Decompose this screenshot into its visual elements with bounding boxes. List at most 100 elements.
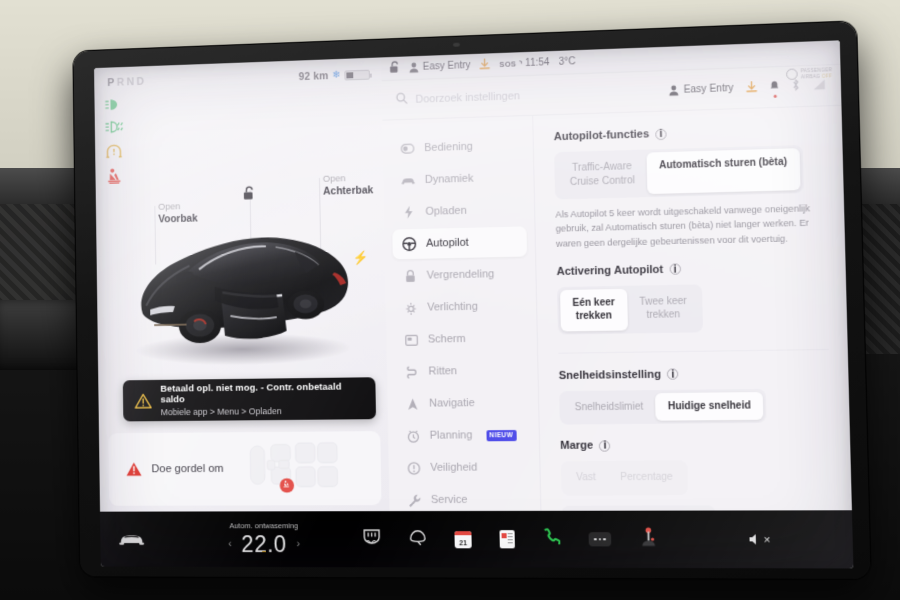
sidebar-item-label: Dynamiek — [424, 172, 474, 186]
margin-header: Marge i — [560, 438, 831, 452]
gear-d: D — [136, 75, 147, 88]
sidebar-item-planning[interactable]: Planning NIEUW — [396, 420, 531, 451]
toggle-icon — [401, 143, 415, 153]
info-icon[interactable]: i — [599, 440, 611, 452]
steering-wheel-icon — [402, 237, 416, 251]
info-icon[interactable]: i — [669, 263, 681, 275]
autopilot-activation-title: Activering Autopilot — [556, 263, 664, 278]
climate-control[interactable]: Autom. ontwaseming ‹ 22.0 › ⎯ — [191, 520, 337, 557]
sidebar-item-label: Service — [430, 493, 468, 507]
sidebar-item-bediening[interactable]: Bediening — [391, 130, 526, 164]
notification-icon[interactable] — [770, 80, 780, 95]
car-model-image — [135, 235, 352, 367]
clock-icon — [406, 429, 420, 443]
sidebar-item-ritten[interactable]: Ritten — [395, 355, 530, 387]
car-front-icon[interactable] — [115, 531, 147, 547]
news-icon[interactable] — [499, 530, 515, 549]
seatbelt-reminder-card[interactable]: Doe gordel om — [108, 431, 382, 506]
mute-icon — [748, 534, 756, 545]
unlocked-padlock-icon[interactable] — [389, 60, 400, 76]
option-autosteer-beta[interactable]: Automatisch sturen (bèta) — [646, 148, 801, 195]
open-rear-trunk-label: Achterbak — [323, 184, 374, 198]
settings-nav[interactable]: Bediening Dynamiek Opladen Autopilot Vergren… — [382, 115, 542, 512]
autopilot-settings: Autopilot-functies i Traffic-Aware Cruis… — [533, 106, 852, 511]
option-current-speed[interactable]: Huidige snelheid — [655, 391, 764, 421]
seat-heater-icon[interactable]: ⎯ — [262, 547, 266, 557]
phone-icon[interactable] — [543, 528, 561, 550]
airbag-line3: OFF — [821, 73, 833, 79]
more-dots-icon[interactable] — [588, 532, 612, 547]
gear-n: N — [126, 76, 137, 89]
margin-segmented[interactable]: Vast Percentage — [560, 460, 689, 496]
bluetooth-icon[interactable] — [792, 79, 801, 95]
battery-icon — [344, 69, 370, 81]
sidebar-item-label: Planning — [429, 429, 473, 442]
charging-alert-banner[interactable]: Betaald opl. niet mog. - Contr. onbetaal… — [122, 377, 377, 422]
low-beam-icon — [105, 98, 124, 111]
autopilot-functions-segmented[interactable]: Traffic-Aware Cruise Control Automatisch… — [554, 144, 804, 200]
signal-bars-icon[interactable] — [812, 78, 826, 93]
sidebar-item-service[interactable]: Service — [397, 485, 532, 512]
passenger-airbag-indicator: PASSENGER AIRBAG OFF — [785, 67, 833, 81]
bottom-bar: Autom. ontwaseming ‹ 22.0 › ⎯ 21 × — [100, 510, 854, 569]
open-rear-trunk-button[interactable]: Open Achterbak — [323, 172, 374, 198]
sidebar-item-verlichting[interactable]: Verlichting — [393, 291, 528, 323]
quick-profile[interactable]: Easy Entry — [668, 83, 734, 96]
car-icon — [401, 175, 415, 185]
status-temperature: 3°C — [558, 56, 576, 68]
option-double-pull[interactable]: Twee keer trekken — [627, 287, 700, 330]
option-single-pull[interactable]: Eén keer trekken — [560, 288, 628, 332]
mute-button[interactable]: × — [748, 533, 771, 546]
search-input[interactable] — [415, 84, 661, 106]
sidebar-item-label: Vergrendeling — [426, 268, 495, 282]
calendar-icon[interactable]: 21 — [454, 530, 472, 548]
drive-panel: PRND 92 km ❄ Open Voorbak Open Achterbak… — [94, 57, 390, 512]
exclamation-circle-icon — [406, 461, 420, 475]
download-icon[interactable] — [746, 81, 758, 96]
status-time: 11:54 — [525, 57, 550, 70]
autopilot-activation-block: Activering Autopilot i Eén keer trekken … — [556, 260, 828, 335]
autopilot-activation-header: Activering Autopilot i — [556, 260, 826, 278]
photo-scene: PRND 92 km ❄ Open Voorbak Open Achterbak… — [0, 0, 900, 600]
speed-setting-segmented[interactable]: Snelheidslimiet Huidige snelheid — [559, 388, 767, 425]
status-profile[interactable]: Easy Entry — [409, 60, 471, 73]
sidebar-item-opladen[interactable]: Opladen — [392, 194, 527, 227]
charging-alert-title: Betaald opl. niet mog. - Contr. onbetaal… — [160, 381, 342, 406]
rear-defrost-icon[interactable] — [362, 528, 381, 550]
sos-button[interactable]: SOS — [499, 59, 516, 69]
climate-caption: Autom. ontwaseming — [229, 520, 299, 530]
wiper-icon[interactable] — [409, 529, 427, 550]
touchscreen[interactable]: PRND 92 km ❄ Open Voorbak Open Achterbak… — [94, 40, 854, 569]
airbag-icon — [785, 68, 798, 81]
autopilot-functions-block: Autopilot-functies i Traffic-Aware Cruis… — [554, 123, 826, 251]
sidebar-item-label: Bediening — [424, 140, 473, 155]
sidebar-item-navigatie[interactable]: Navigatie — [395, 387, 530, 419]
option-traffic-aware-cruise-control[interactable]: Traffic-Aware Cruise Control — [557, 153, 647, 197]
vehicle-visualization[interactable]: ⚡ — [107, 206, 379, 378]
sidebar-item-label: Veiligheid — [430, 461, 478, 474]
unlocked-padlock-icon[interactable] — [243, 186, 256, 206]
charge-bolt-icon[interactable]: ⚡ — [353, 250, 369, 266]
sidebar-item-autopilot[interactable]: Autopilot — [392, 226, 528, 260]
settings-panel: Easy Entry SOS 11:54 3°C PASSENGER — [381, 40, 852, 512]
option-percentage[interactable]: Percentage — [608, 464, 686, 492]
info-icon[interactable]: i — [655, 128, 667, 140]
autopilot-activation-segmented[interactable]: Eén keer trekken Twee keer trekken — [556, 284, 703, 335]
margin-block: Marge i Vast Percentage − +0 km/h — [560, 438, 833, 511]
temperature-decrease-button[interactable]: ‹ — [228, 538, 232, 550]
option-fixed[interactable]: Vast — [564, 464, 609, 492]
margin-title: Marge — [560, 439, 594, 453]
option-speed-limit[interactable]: Snelheidslimiet — [562, 393, 656, 422]
info-icon[interactable]: i — [667, 368, 679, 380]
navigation-arrow-icon — [405, 397, 419, 410]
sidebar-item-scherm[interactable]: Scherm — [394, 323, 529, 355]
sidebar-item-vergrendeling[interactable]: Vergrendeling — [393, 259, 528, 292]
sidebar-item-veiligheid[interactable]: Veiligheid — [396, 452, 531, 483]
range-indicator: 92 km ❄ — [299, 69, 370, 83]
toybox-joystick-icon[interactable] — [640, 526, 658, 552]
download-icon[interactable] — [479, 58, 491, 72]
sidebar-item-dynamiek[interactable]: Dynamiek — [391, 162, 526, 196]
autopilot-functions-note: Als Autopilot 5 keer wordt uitgeschakeld… — [555, 203, 811, 249]
temperature-increase-button[interactable]: › — [296, 538, 300, 550]
speed-setting-block: Snelheidsinstelling i Snelheidslimiet Hu… — [558, 348, 831, 425]
